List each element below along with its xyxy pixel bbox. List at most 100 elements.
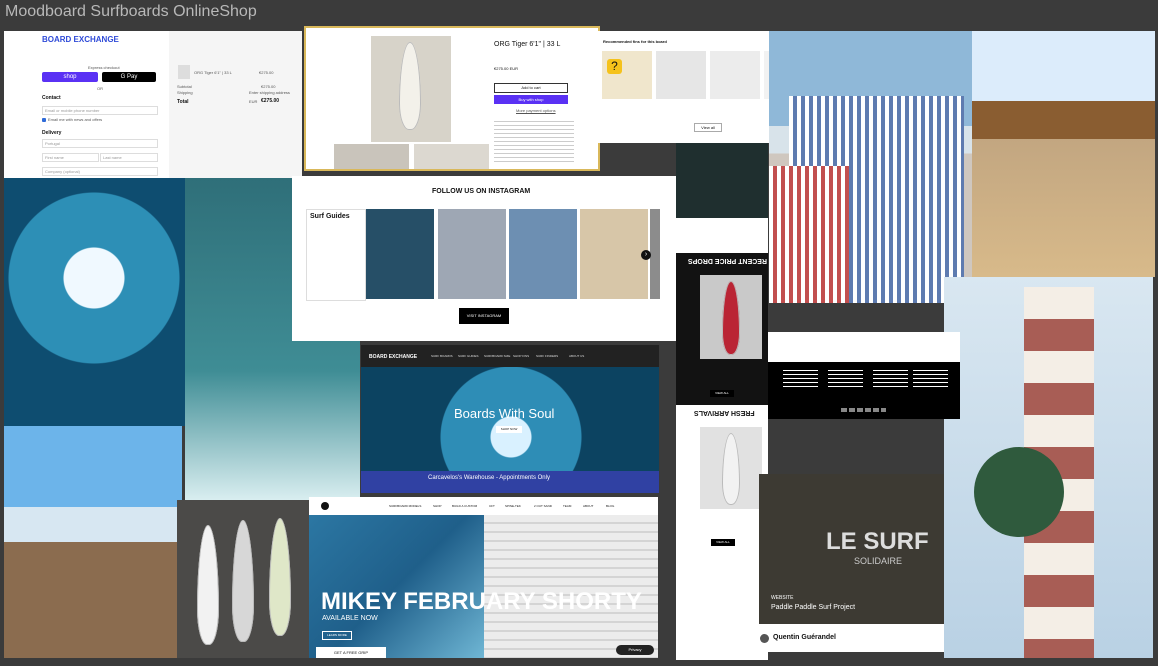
site-nav-1[interactable]: SURF BOARDS: [431, 354, 453, 358]
surf-guides-title: Surf Guides: [310, 213, 350, 220]
surfboards-rocks-photo: [177, 500, 309, 658]
available-now-text: AVAILABLE NOW: [322, 615, 378, 622]
yellow-board: [269, 518, 291, 636]
instagram-heading: FOLLOW US ON INSTAGRAM: [432, 188, 531, 195]
offers-checkbox[interactable]: [42, 118, 46, 122]
le-surf-card: LE SURF SOLIDAIRE WEBSITE Paddle Paddle …: [759, 474, 944, 652]
shop-now-button[interactable]: SHOP NOW: [496, 426, 522, 433]
subtotal-value: €275.00: [261, 84, 276, 89]
footer-links-4[interactable]: [913, 370, 948, 390]
price-drop-card[interactable]: [700, 275, 762, 359]
site2-nav-9[interactable]: BLOG: [606, 504, 614, 508]
site-nav-2[interactable]: SURF GUIDES: [458, 354, 479, 358]
footer-links-2[interactable]: [828, 370, 863, 390]
fin-product-1[interactable]: ?: [602, 51, 652, 99]
or-divider: OR: [97, 86, 103, 91]
product-thumb-1[interactable]: [334, 144, 409, 169]
item-price: €275.00: [259, 70, 274, 75]
surfboard-image: [399, 42, 421, 130]
visit-instagram-button[interactable]: VISIT INSTAGRAM: [459, 308, 509, 324]
learn-more-button[interactable]: LEARN MORE: [322, 631, 352, 640]
site2-nav-7[interactable]: TEAM: [563, 504, 571, 508]
hero-headline: MIKEY FEBRUARY SHORTY: [321, 588, 642, 615]
item-name: ORG Tiger 6'1" | 33 L: [194, 70, 232, 75]
instagram-section: FOLLOW US ON INSTAGRAM Surf Guides › VIS…: [292, 176, 676, 341]
total-currency: EUR: [249, 99, 258, 104]
order-summary: ORG Tiger 6'1" | 33 L €275.00 Subtotal €…: [169, 31, 302, 178]
shipping-label: Shipping: [177, 90, 193, 95]
striped-houses-photo: [769, 31, 972, 303]
offers-label: Email me with news and offers: [48, 117, 103, 122]
product-title: ORG Tiger 6'1" | 33 L: [494, 41, 561, 48]
shop-pay-button[interactable]: shop: [42, 72, 98, 82]
google-pay-button[interactable]: G Pay: [102, 72, 156, 82]
privacy-chip[interactable]: Privacy: [616, 645, 654, 655]
instagram-post-2[interactable]: [438, 209, 506, 299]
product-thumb-2[interactable]: [414, 144, 489, 169]
product-page: ORG Tiger 6'1" | 33 L €275.00 EUR Add to…: [304, 26, 600, 171]
surfboard-models-website: SURFBOARD MODELS SHOP BUILD A CUSTOM CFT…: [309, 497, 658, 658]
fresh-arrivals-heading: FRESH ARRIVALS: [694, 409, 755, 416]
fin-product-3[interactable]: [710, 51, 760, 99]
site2-nav-4[interactable]: CFT: [489, 504, 495, 508]
le-surf-subtitle: SOLIDAIRE: [854, 556, 903, 566]
chevron-right-icon[interactable]: ›: [641, 250, 651, 260]
website-label: WEBSITE: [771, 595, 794, 601]
mobile-site: RECENT PRICE DROPS VIEW ALL FRESH ARRIVA…: [676, 143, 768, 660]
instagram-post-3[interactable]: [509, 209, 577, 299]
company-field[interactable]: Company (optional): [42, 167, 158, 176]
site2-logo[interactable]: [321, 502, 329, 510]
site-nav-5[interactable]: SURF FINDERS: [536, 354, 558, 358]
site2-nav-6[interactable]: 2 OUT SAND: [534, 504, 552, 508]
email-field[interactable]: Email or mobile phone number: [42, 106, 158, 115]
announcement-text: Carcavelos's Warehouse - Appointments On…: [428, 475, 550, 481]
site-logo: BOARD EXCHANGE: [369, 354, 418, 360]
site-nav-4[interactable]: SHOP FINS: [513, 354, 529, 358]
price-drop-view-all[interactable]: VIEW ALL: [710, 390, 734, 397]
product-description: [494, 118, 574, 163]
hero-headline: Boards With Soul: [454, 406, 555, 421]
board-exchange-logo: BOARD EXCHANGE: [42, 35, 119, 44]
buy-with-shop-button[interactable]: Buy with shop: [494, 95, 568, 104]
site-nav-3[interactable]: SURFBOARD SIZE: [484, 354, 510, 358]
free-grip-button[interactable]: GET A FREE GRIP: [316, 647, 386, 658]
site2-nav-5[interactable]: SPINE-TEK: [505, 504, 521, 508]
contact-heading: Contact: [42, 95, 61, 101]
view-all-button[interactable]: View all: [694, 123, 722, 132]
white-board-1: [197, 525, 219, 645]
fresh-arrival-card[interactable]: [700, 427, 762, 509]
wave-surfer-photo: [4, 178, 185, 426]
fin-product-2[interactable]: [656, 51, 706, 99]
site-nav-6[interactable]: ABOUT US: [569, 354, 584, 358]
recent-price-drops-heading: RECENT PRICE DROPS: [688, 257, 767, 264]
first-name-field[interactable]: First name: [42, 153, 99, 162]
total-label: Total: [177, 99, 189, 105]
surf-guides-card[interactable]: Surf Guides: [306, 209, 366, 301]
site2-nav-8[interactable]: ABOUT: [583, 504, 593, 508]
checkout-card: BOARD EXCHANGE Express checkout shop G P…: [4, 31, 302, 178]
instagram-post-5[interactable]: [650, 209, 660, 299]
red-surfboard: [722, 281, 740, 355]
last-name-field[interactable]: Last name: [100, 153, 158, 162]
footer-links-3[interactable]: [873, 370, 908, 390]
item-thumbnail: [178, 65, 190, 79]
fins-heading: Recommended fins for this board: [603, 39, 667, 44]
instagram-post-1[interactable]: [366, 209, 434, 299]
site2-nav-3[interactable]: BUILD A CUSTOM: [452, 504, 477, 508]
product-image: [371, 36, 451, 142]
fresh-arrivals-view-all[interactable]: VIEW ALL: [711, 539, 735, 546]
more-payment-link[interactable]: More payment options: [516, 108, 556, 113]
author-name: Quentin Guérandel: [773, 634, 837, 641]
country-select[interactable]: Portugal: [42, 139, 158, 148]
add-to-cart-button[interactable]: Add to cart: [494, 83, 568, 93]
site2-nav-2[interactable]: SHOP: [433, 504, 442, 508]
palm-tree: [974, 447, 1064, 537]
instagram-post-4[interactable]: [580, 209, 648, 299]
shipping-value: Enter shipping address: [249, 90, 290, 95]
footer-links-1[interactable]: [783, 370, 818, 390]
board-exchange-website: BOARD EXCHANGE SURF BOARDS SURF GUIDES S…: [361, 345, 659, 493]
beach-umbrella-photo: [972, 31, 1155, 277]
site2-nav-1[interactable]: SURFBOARD MODELS: [389, 504, 421, 508]
le-surf-headline: LE SURF: [826, 528, 929, 555]
question-icon: ?: [607, 59, 622, 74]
